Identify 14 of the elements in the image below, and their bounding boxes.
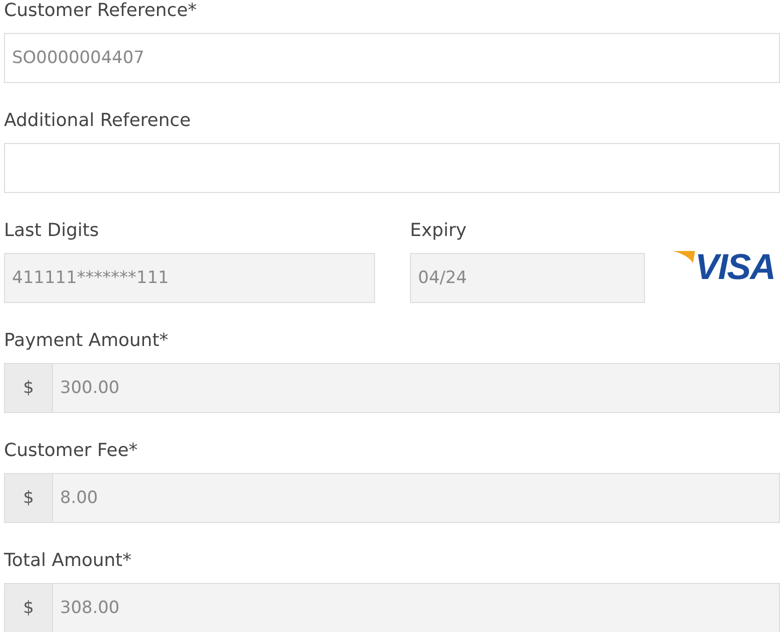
currency-prefix: $ xyxy=(4,473,53,523)
field-label: Customer Reference* xyxy=(4,0,198,22)
text-field[interactable]: SO0000004407 xyxy=(4,33,780,83)
text-field[interactable] xyxy=(4,143,780,193)
card-brand-logo: VISA xyxy=(695,247,776,287)
field-label: Additional Reference xyxy=(4,110,192,132)
swoosh-icon xyxy=(673,251,695,263)
field-label: Last Digits xyxy=(4,220,100,242)
currency-prefix: $ xyxy=(4,583,53,632)
field-label: Total Amount* xyxy=(4,550,132,572)
field-label: Customer Fee* xyxy=(4,440,139,462)
currency-prefix: $ xyxy=(4,363,53,413)
field-label: Payment Amount* xyxy=(4,330,170,352)
field-label: Expiry xyxy=(410,220,468,242)
